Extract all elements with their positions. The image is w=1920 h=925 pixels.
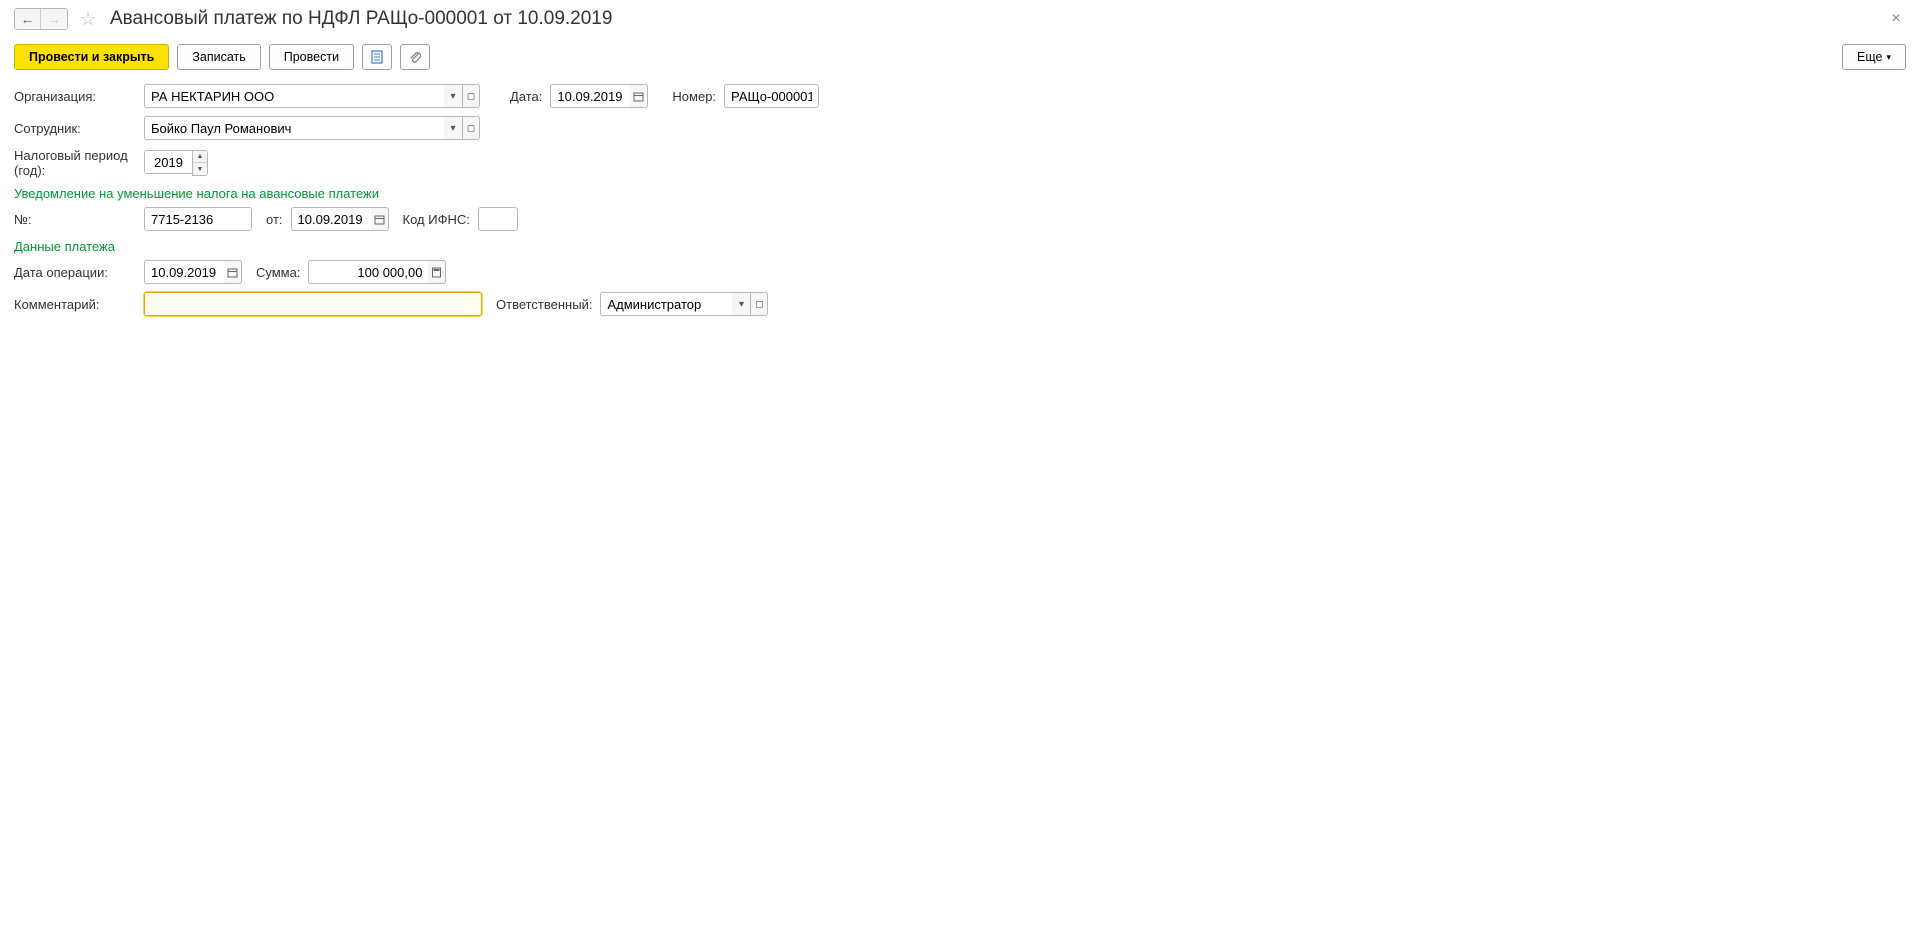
op-date-label: Дата операции: [14,265,136,280]
calendar-icon [227,267,238,278]
org-dropdown-button[interactable]: ▾ [444,84,462,108]
header: ← → ☆ Авансовый платеж по НДФЛ РАЩо-0000… [14,8,1906,30]
ifns-code-label: Код ИФНС: [403,212,470,227]
employee-input[interactable] [144,116,444,140]
open-icon: ◻ [467,91,475,102]
date-picker-button[interactable] [630,84,648,108]
nav-buttons: ← → [14,8,68,30]
notice-no-label: №: [14,212,136,227]
amount-input[interactable] [308,260,428,284]
responsible-input[interactable] [600,292,732,316]
chevron-down-icon: ▾ [450,123,455,134]
spinner-down-button[interactable]: ▼ [193,163,207,175]
report-icon [370,50,384,64]
save-button[interactable]: Записать [177,44,260,70]
post-and-close-button[interactable]: Провести и закрыть [14,44,169,70]
arrow-right-icon: → [47,11,61,27]
attachment-button[interactable] [400,44,430,70]
comment-input[interactable] [144,292,482,316]
section-notice-title: Уведомление на уменьшение налога на аван… [14,186,1906,201]
org-label: Организация: [14,89,136,104]
section-payment-title: Данные платежа [14,239,1906,254]
page-title: Авансовый платеж по НДФЛ РАЩо-000001 от … [110,8,612,30]
close-button[interactable]: × [1886,9,1906,29]
more-button[interactable]: Еще ▾ [1842,44,1906,70]
calculator-icon [431,267,442,278]
tax-year-input[interactable] [144,150,192,174]
employee-dropdown-button[interactable]: ▾ [444,116,462,140]
nav-forward-button[interactable]: → [41,9,67,29]
date-input[interactable] [550,84,630,108]
op-date-input[interactable] [144,260,224,284]
chevron-down-icon: ▾ [450,91,455,102]
number-input[interactable] [724,84,819,108]
toolbar: Провести и закрыть Записать Провести Еще… [14,44,1906,70]
tax-year-label: Налоговый период (год): [14,148,136,178]
op-date-picker-button[interactable] [224,260,242,284]
spinner-up-button[interactable]: ▲ [193,151,207,163]
org-input[interactable] [144,84,444,108]
responsible-dropdown-button[interactable]: ▾ [732,292,750,316]
chevron-down-icon: ▾ [1886,52,1891,63]
arrow-left-icon: ← [21,11,35,27]
employee-open-button[interactable]: ◻ [462,116,480,140]
calendar-icon [374,214,385,225]
paperclip-icon [408,50,422,64]
tax-year-spinner: ▲ ▼ [192,150,208,176]
nav-back-button[interactable]: ← [15,9,41,29]
number-label: Номер: [672,89,716,104]
employee-label: Сотрудник: [14,121,136,136]
notice-date-picker-button[interactable] [371,207,389,231]
open-icon: ◻ [467,123,475,134]
favorite-star-icon[interactable]: ☆ [78,9,98,29]
post-button[interactable]: Провести [269,44,354,70]
calendar-icon [633,91,644,102]
org-open-button[interactable]: ◻ [462,84,480,108]
close-icon: × [1891,10,1900,27]
responsible-label: Ответственный: [496,297,592,312]
date-label: Дата: [510,89,542,104]
responsible-open-button[interactable]: ◻ [750,292,768,316]
notice-date-input[interactable] [291,207,371,231]
notice-from-label: от: [266,212,283,227]
amount-calc-button[interactable] [428,260,446,284]
ifns-code-input[interactable] [478,207,518,231]
open-icon: ◻ [755,299,763,310]
report-button[interactable] [362,44,392,70]
notice-no-input[interactable] [144,207,252,231]
amount-label: Сумма: [256,265,300,280]
chevron-down-icon: ▾ [739,299,744,310]
comment-label: Комментарий: [14,297,136,312]
